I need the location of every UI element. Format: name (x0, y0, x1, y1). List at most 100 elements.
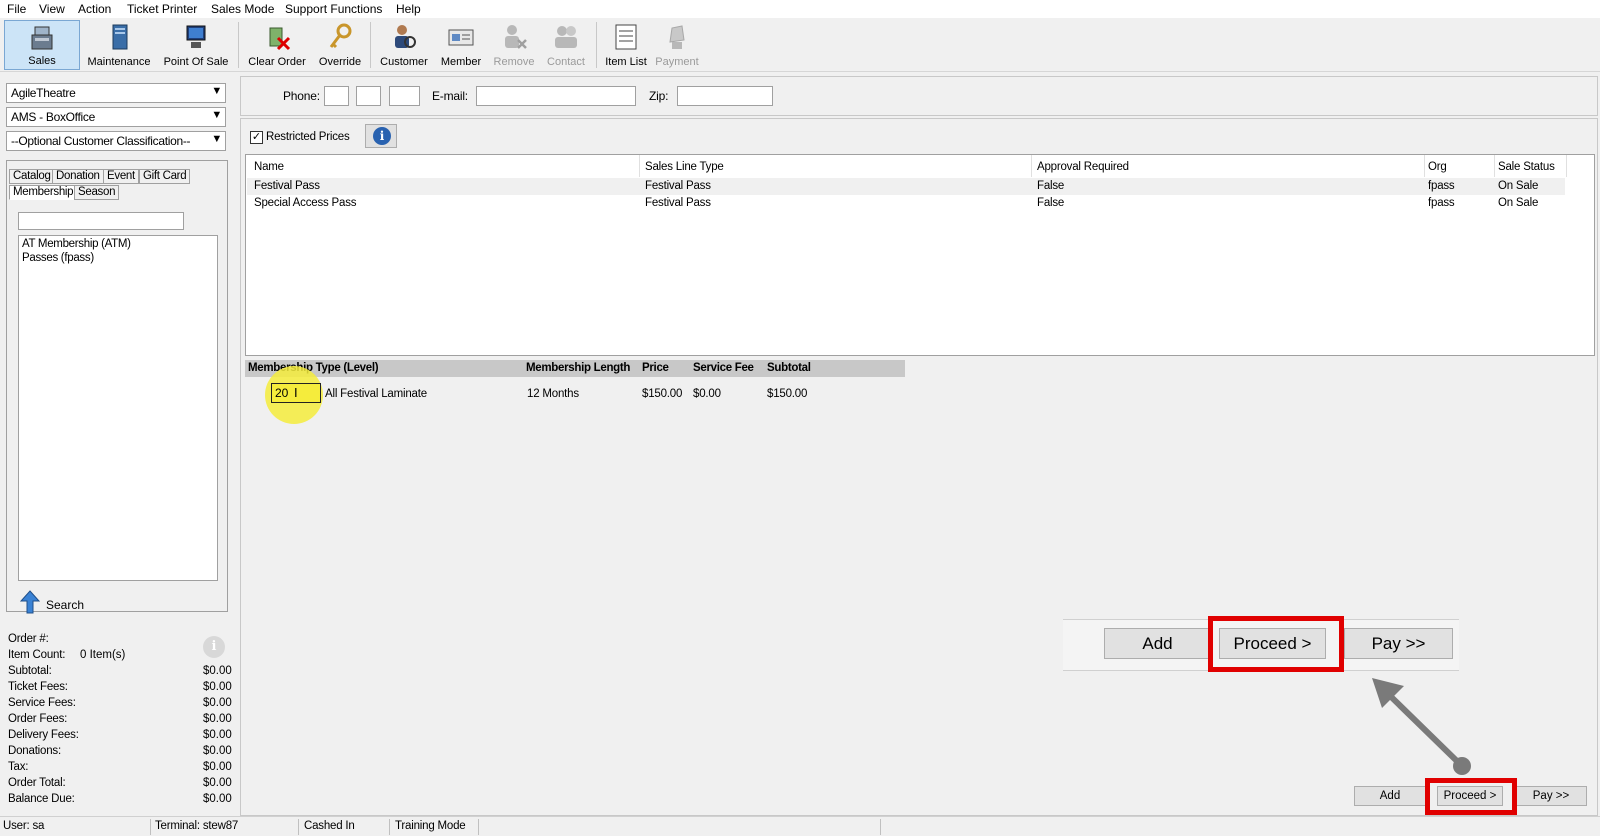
column-header-sales-line-type[interactable]: Sales Line Type (645, 161, 724, 173)
phone-area-field[interactable] (324, 86, 349, 106)
menu-ticket-printer[interactable]: Ticket Printer (127, 2, 197, 16)
summary-label: Service Fees: (8, 697, 76, 709)
summary-value: $0.00 (203, 793, 232, 805)
member-card-icon (448, 29, 474, 46)
chevron-down-icon: ▼ (211, 133, 222, 145)
menu-action[interactable]: Action (78, 2, 111, 16)
catalog-list[interactable]: AT Membership (ATM) Passes (fpass) (18, 235, 218, 581)
table-cell: Special Access Pass (254, 197, 357, 209)
contact-button[interactable]: Contact (541, 20, 591, 70)
column-header-name[interactable]: Name (254, 161, 284, 173)
tab-donation[interactable]: Donation (52, 169, 104, 184)
table-cell: False (1037, 197, 1065, 209)
summary-label: Balance Due: (8, 793, 75, 805)
membership-subtotal: $150.00 (767, 388, 808, 400)
restricted-prices-checkbox[interactable]: ✓ (250, 131, 263, 144)
menu-sales-mode[interactable]: Sales Mode (211, 2, 274, 16)
contact-people-icon (555, 26, 577, 48)
menu-bar: File View Action Ticket Printer Sales Mo… (0, 0, 1600, 18)
quantity-input[interactable]: 20 I (271, 383, 321, 403)
summary-value: $0.00 (203, 777, 232, 789)
column-header-org[interactable]: Org (1428, 161, 1447, 173)
tab-gift-card[interactable]: Gift Card (139, 169, 191, 184)
chevron-down-icon: ▼ (211, 85, 222, 97)
menu-view[interactable]: View (39, 2, 65, 16)
summary-value: $0.00 (203, 761, 232, 773)
classification-select[interactable]: --Optional Customer Classification-- ▼ (6, 131, 226, 151)
summary-label: Subtotal: (8, 665, 52, 677)
remove-button[interactable]: Remove (489, 20, 539, 70)
menu-support-functions[interactable]: Support Functions (285, 2, 382, 16)
info-button[interactable]: i (365, 124, 397, 148)
table-cell: False (1037, 180, 1065, 192)
price-header: Price (642, 362, 669, 374)
summary-label: Order Total: (8, 777, 66, 789)
list-item[interactable]: Passes (fpass) (22, 252, 94, 264)
summary-value: $0.00 (203, 729, 232, 741)
summary-label: Delivery Fees: (8, 729, 79, 741)
arrow-up-icon (20, 590, 40, 614)
table-row-selected[interactable] (247, 178, 1565, 195)
cash-register-icon (31, 26, 53, 50)
member-button[interactable]: Member (436, 20, 486, 70)
list-item[interactable]: AT Membership (ATM) (22, 238, 131, 250)
status-user: User: sa (3, 820, 45, 832)
summary-value: $0.00 (203, 745, 232, 757)
arrow-annotation-icon (1372, 678, 1471, 775)
phone-label: Phone: (283, 89, 320, 103)
outlet-select[interactable]: AMS - BoxOffice ▼ (6, 107, 226, 127)
phone-prefix-field[interactable] (356, 86, 381, 106)
text-cursor-icon: I (294, 385, 298, 400)
item-grid[interactable]: Name Sales Line Type Approval Required O… (245, 154, 1595, 356)
zip-label: Zip: (649, 89, 669, 103)
tab-membership[interactable]: Membership (9, 185, 78, 200)
info-icon[interactable]: i (203, 636, 225, 658)
payment-hand-icon (669, 25, 685, 49)
sales-button[interactable]: Sales (4, 20, 80, 70)
restricted-prices-label: Restricted Prices (266, 131, 350, 143)
status-training: Training Mode (395, 820, 466, 832)
add-button-zoomed[interactable]: Add (1104, 628, 1211, 659)
pay-button[interactable]: Pay >> (1515, 786, 1587, 806)
tab-season[interactable]: Season (74, 185, 120, 200)
column-header-approval[interactable]: Approval Required (1037, 161, 1129, 173)
payment-button[interactable]: Payment (652, 20, 702, 70)
clear-order-button[interactable]: Clear Order (244, 20, 310, 70)
tab-event[interactable]: Event (103, 169, 139, 184)
item-list-button[interactable]: Item List (600, 20, 652, 70)
email-field[interactable] (476, 86, 636, 106)
search-button[interactable]: Search (20, 590, 100, 614)
highlight-box (1208, 616, 1344, 672)
customer-button[interactable]: Customer (376, 20, 432, 70)
menu-help[interactable]: Help (396, 2, 421, 16)
summary-value: $0.00 (203, 697, 232, 709)
table-cell: On Sale (1498, 197, 1539, 209)
menu-file[interactable]: File (7, 2, 26, 16)
highlight-box (1425, 778, 1517, 815)
toolbar-separator (596, 22, 597, 68)
point-of-sale-button[interactable]: Point Of Sale (160, 20, 232, 70)
tab-catalog[interactable]: Catalog (9, 169, 55, 184)
server-icon (112, 24, 128, 50)
catalog-search-input[interactable] (18, 212, 184, 230)
item-count-label: Item Count: (8, 649, 66, 661)
item-list-icon (615, 24, 637, 50)
phone-line-field[interactable] (389, 86, 420, 106)
membership-length-header: Membership Length (526, 362, 631, 374)
pay-button-zoomed[interactable]: Pay >> (1344, 628, 1453, 659)
zip-field[interactable] (677, 86, 773, 106)
table-cell: On Sale (1498, 180, 1539, 192)
add-button[interactable]: Add (1354, 786, 1426, 806)
customer-search-icon (395, 25, 416, 48)
order-number-label: Order #: (8, 633, 49, 645)
column-header-sale-status[interactable]: Sale Status (1498, 161, 1555, 173)
organization-select[interactable]: AgileTheatre ▼ (6, 83, 226, 103)
toolbar: Sales Maintenance Point Of Sale Clear Or… (0, 18, 1600, 72)
toolbar-separator (370, 22, 371, 68)
service-fee-header: Service Fee (693, 362, 754, 374)
maintenance-button[interactable]: Maintenance (84, 20, 154, 70)
item-count-value: 0 Item(s) (80, 649, 126, 661)
info-icon: i (373, 127, 391, 145)
override-button[interactable]: Override (314, 20, 366, 70)
clear-order-icon (269, 27, 291, 51)
